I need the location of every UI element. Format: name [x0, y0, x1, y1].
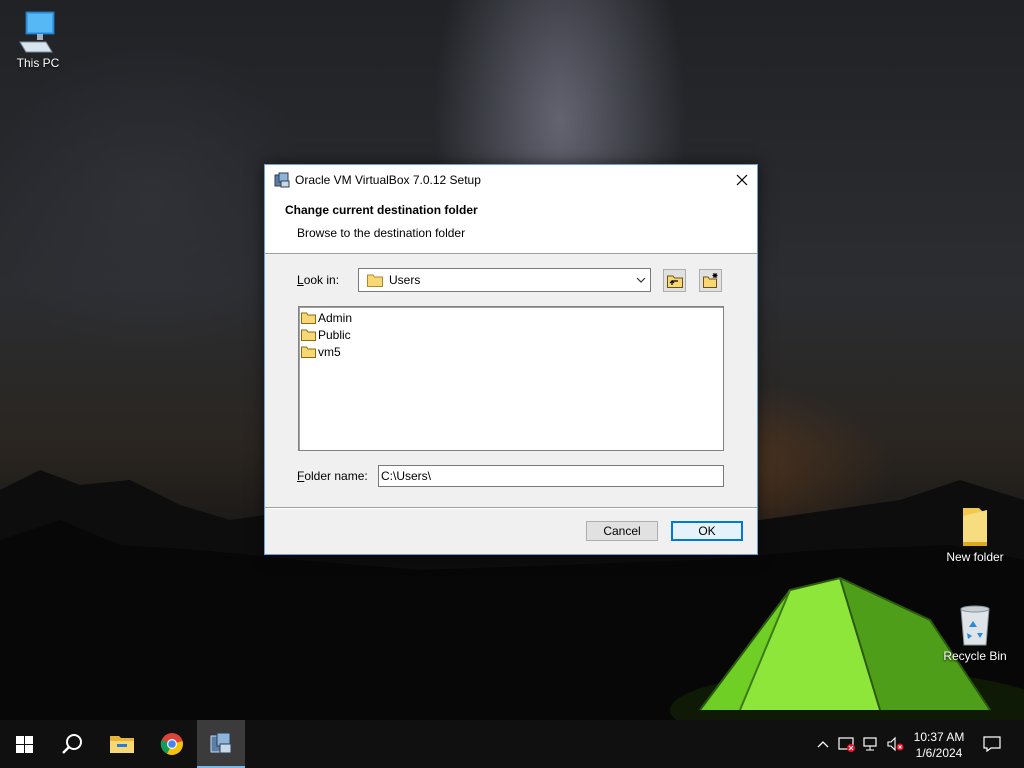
folder-name-input[interactable]	[378, 465, 724, 487]
close-button[interactable]	[727, 165, 757, 195]
close-icon	[736, 174, 748, 186]
list-item[interactable]: Public	[301, 326, 721, 343]
cancel-button[interactable]: Cancel	[586, 521, 658, 541]
list-item-label: Admin	[318, 310, 353, 325]
look-in-label-text: ook in:	[303, 273, 340, 287]
desktop-icon-new-folder[interactable]: New folder	[937, 504, 1013, 564]
folder-up-icon	[666, 275, 683, 288]
dialog-titlebar[interactable]: Oracle VM VirtualBox 7.0.12 Setup	[265, 165, 757, 195]
search-icon	[62, 734, 82, 754]
desktop-icon-this-pc[interactable]: This PC	[0, 10, 76, 70]
security-warning-icon	[838, 737, 855, 752]
virtualbox-installer-icon	[274, 172, 290, 188]
file-explorer-icon	[110, 736, 134, 753]
taskbar-file-explorer[interactable]	[98, 720, 146, 768]
setup-dialog: Oracle VM VirtualBox 7.0.12 Setup Change…	[264, 164, 758, 555]
network-icon	[863, 737, 877, 751]
folder-icon	[301, 329, 316, 341]
new-folder-icon	[702, 273, 717, 288]
folder-name-label: Folder name:	[297, 469, 368, 483]
tray-volume[interactable]	[884, 720, 906, 768]
tray-network[interactable]	[860, 720, 882, 768]
chrome-icon	[160, 733, 183, 755]
folder-icon	[301, 346, 316, 358]
look-in-label-accel: L	[297, 273, 304, 287]
list-item[interactable]: vm5	[301, 343, 721, 360]
desktop-icon-label: New folder	[946, 550, 1004, 564]
folder-icon	[301, 312, 316, 324]
windows-logo-icon	[15, 735, 33, 753]
look-in-value: Users	[389, 273, 421, 287]
folder-name-label-text: older name:	[304, 469, 368, 483]
virtualbox-installer-icon	[210, 732, 232, 754]
chevron-up-icon	[817, 741, 829, 748]
desktop-icon-label: This PC	[16, 56, 60, 70]
taskbar-chrome[interactable]	[148, 720, 196, 768]
list-item-label: vm5	[318, 344, 341, 359]
notifications-button[interactable]	[978, 720, 1006, 768]
search-button[interactable]	[48, 720, 96, 768]
start-button[interactable]	[0, 720, 48, 768]
desktop-icon-recycle-bin[interactable]: Recycle Bin	[937, 603, 1013, 663]
header-subtitle: Browse to the destination folder	[297, 226, 466, 240]
volume-muted-icon	[887, 736, 904, 752]
tray-security[interactable]	[836, 720, 858, 768]
taskbar-clock[interactable]: 10:37 AM 1/6/2024	[904, 729, 974, 761]
up-one-level-button[interactable]	[663, 269, 686, 292]
dialog-title: Oracle VM VirtualBox 7.0.12 Setup	[295, 173, 481, 187]
folder-icon	[963, 508, 987, 546]
folder-list[interactable]: Admin Public vm5	[298, 306, 724, 451]
desktop-icon-label: Recycle Bin	[943, 649, 1007, 663]
look-in-label: Look in:	[297, 273, 339, 287]
taskbar: 10:37 AM 1/6/2024	[0, 720, 1024, 768]
computer-icon	[19, 11, 55, 53]
clock-date: 1/6/2024	[915, 746, 963, 760]
notification-icon	[983, 736, 1001, 752]
list-item[interactable]: Admin	[301, 309, 721, 326]
dialog-header: Change current destination folder Browse…	[265, 195, 757, 254]
show-hidden-icons-button[interactable]	[814, 720, 832, 768]
taskbar-virtualbox-setup[interactable]	[197, 720, 245, 768]
clock-time: 10:37 AM	[913, 730, 965, 744]
list-item-label: Public	[318, 327, 351, 342]
chevron-down-icon[interactable]	[632, 277, 650, 283]
divider	[265, 507, 757, 509]
header-title: Change current destination folder	[285, 203, 478, 217]
recycle-bin-icon	[960, 605, 990, 646]
ok-button[interactable]: OK	[671, 521, 743, 541]
look-in-dropdown[interactable]: Users	[358, 268, 651, 292]
create-new-folder-button[interactable]	[699, 269, 722, 292]
folder-icon	[367, 274, 383, 287]
